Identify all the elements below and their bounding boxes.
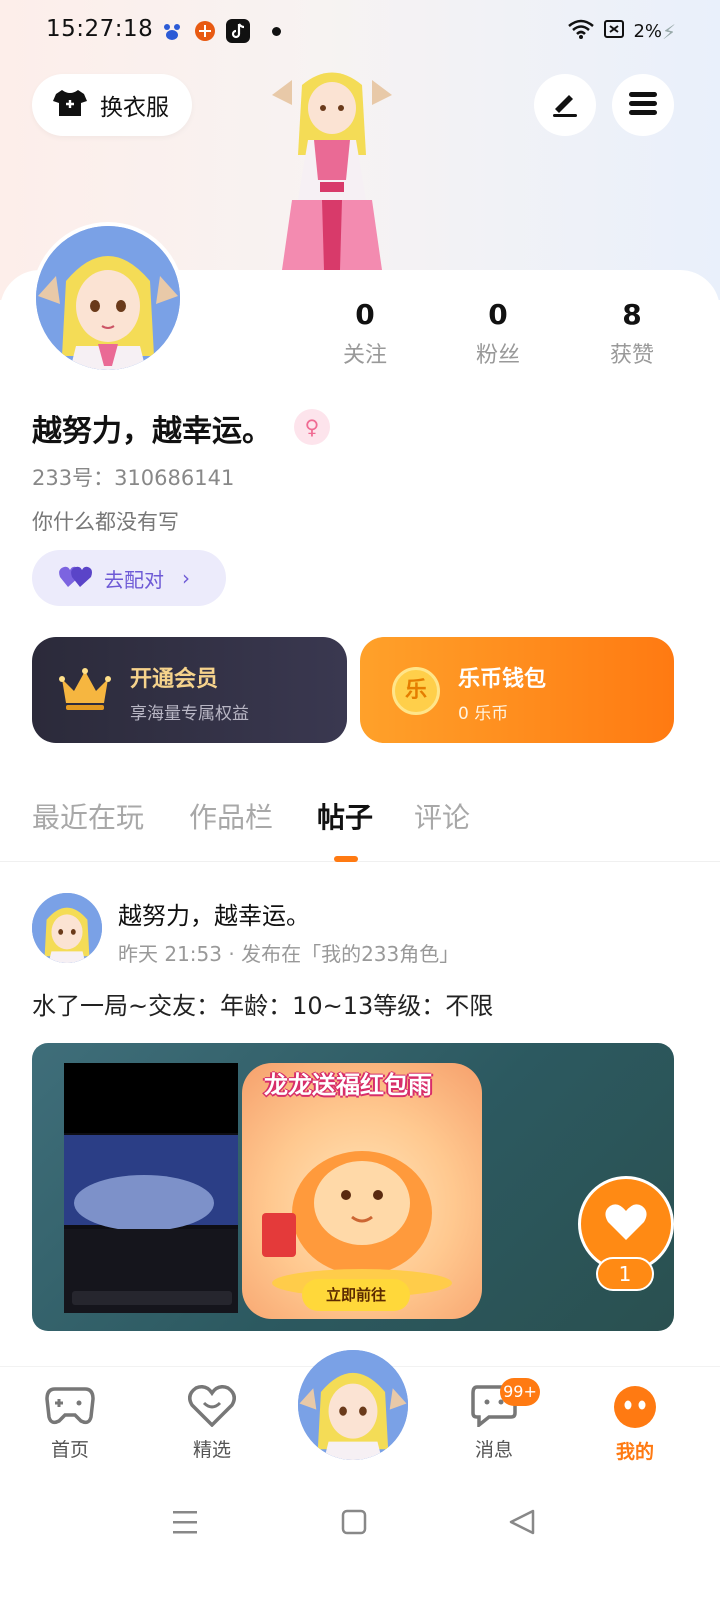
tab-works[interactable]: 作品栏 <box>189 796 273 836</box>
stat-followers[interactable]: 0 粉丝 <box>448 298 548 369</box>
status-right-group: 2% <box>567 18 662 45</box>
avatar-character-figure[interactable] <box>262 60 402 275</box>
tiktok-app-icon <box>226 19 250 43</box>
notification-dot <box>272 27 281 36</box>
wallet-title: 乐币钱包 <box>458 667 547 692</box>
change-outfit-button[interactable]: 换衣服 <box>32 74 192 136</box>
followers-label: 粉丝 <box>475 343 520 368</box>
shirt-icon <box>52 88 88 122</box>
vip-subtitle: 享海量专属权益 <box>130 704 249 724</box>
nav-me[interactable]: 我的 <box>590 1385 680 1464</box>
profile-face-icon <box>613 1386 657 1433</box>
crown-icon <box>58 665 112 717</box>
status-bar: 15:27:18 2% ⚡ <box>0 0 720 64</box>
gamepad-icon <box>45 1387 95 1431</box>
heart-chat-icon <box>188 1385 236 1431</box>
back-triangle-icon[interactable] <box>508 1508 536 1540</box>
tab-recently-played[interactable]: 最近在玩 <box>32 796 144 836</box>
post-author-name[interactable]: 越努力，越幸运。 <box>118 896 310 931</box>
message-icon <box>471 1385 517 1431</box>
match-button[interactable]: 去配对 › <box>32 550 226 606</box>
baidu-app-icon <box>160 19 184 43</box>
post-text[interactable]: 水了一局~交友：年龄：10~13等级：不限 <box>32 986 493 1021</box>
game-app-icon <box>193 19 217 43</box>
home-square-icon[interactable] <box>341 1508 367 1540</box>
embedded-video-screenshot <box>64 1063 238 1313</box>
post-meta: 昨天 21:53 · 发布在「我的233角色」 <box>118 942 460 966</box>
profile-bio: 你什么都没有写 <box>32 510 179 534</box>
coin-wallet-card[interactable]: 乐 乐币钱包 0 乐币 <box>360 637 674 743</box>
vip-title: 开通会员 <box>130 667 219 692</box>
nav-center-avatar[interactable] <box>298 1350 408 1460</box>
tab-comments[interactable]: 评论 <box>414 796 470 836</box>
recent-apps-icon[interactable] <box>172 1508 198 1540</box>
charging-icon: ⚡ <box>661 20 676 44</box>
post-author-avatar[interactable] <box>32 893 102 963</box>
change-outfit-label: 换衣服 <box>100 95 169 121</box>
le-coin-icon: 乐 <box>392 667 440 715</box>
profile-nickname: 越努力，越幸运。 <box>32 414 272 449</box>
hamburger-icon <box>627 89 659 121</box>
nav-messages-label: 消息 <box>474 1439 513 1461</box>
promo-go-button: 立即前往 <box>302 1279 410 1311</box>
pen-icon <box>549 87 581 123</box>
heart-icon <box>604 1202 648 1246</box>
promo-title: 龙龙送福红包雨 <box>264 1071 432 1099</box>
female-gender-icon: ♀ <box>294 409 330 445</box>
edit-profile-button[interactable] <box>534 74 596 136</box>
match-button-label: 去配对 <box>104 567 164 592</box>
wallet-subtitle: 0 乐币 <box>458 704 509 724</box>
nav-featured-label: 精选 <box>192 1439 231 1461</box>
system-navigation-bar <box>0 1480 720 1600</box>
double-heart-icon <box>58 563 92 593</box>
wifi-icon <box>567 18 595 45</box>
following-label: 关注 <box>342 343 387 368</box>
post-image[interactable]: 龙龙送福红包雨 立即前往 <box>32 1043 674 1331</box>
likes-label: 获赞 <box>609 343 654 368</box>
tab-posts[interactable]: 帖子 <box>317 796 373 836</box>
nav-home[interactable]: 首页 <box>25 1385 115 1462</box>
vip-membership-card[interactable]: 开通会员 享海量专属权益 <box>32 637 347 743</box>
profile-uid: 233号：310686141 <box>32 466 235 490</box>
profile-tabs: 最近在玩 作品栏 帖子 评论 <box>0 796 720 862</box>
no-sim-icon <box>603 18 625 45</box>
tab-active-indicator <box>334 856 358 862</box>
nav-featured[interactable]: 精选 <box>167 1385 257 1462</box>
likes-count: 8 <box>622 298 642 331</box>
messages-unread-badge: 99+ <box>500 1378 540 1406</box>
stat-following[interactable]: 0 关注 <box>315 298 415 369</box>
nav-home-label: 首页 <box>50 1439 89 1461</box>
chevron-right-icon: › <box>182 566 190 590</box>
menu-button[interactable] <box>612 74 674 136</box>
followers-count: 0 <box>488 298 508 331</box>
profile-avatar[interactable] <box>32 222 184 374</box>
status-time: 15:27:18 <box>46 16 154 42</box>
nav-me-label: 我的 <box>615 1441 654 1463</box>
battery-percent: 2% <box>633 21 662 42</box>
following-count: 0 <box>355 298 375 331</box>
like-count: 1 <box>596 1257 654 1291</box>
stat-likes[interactable]: 8 获赞 <box>582 298 682 369</box>
